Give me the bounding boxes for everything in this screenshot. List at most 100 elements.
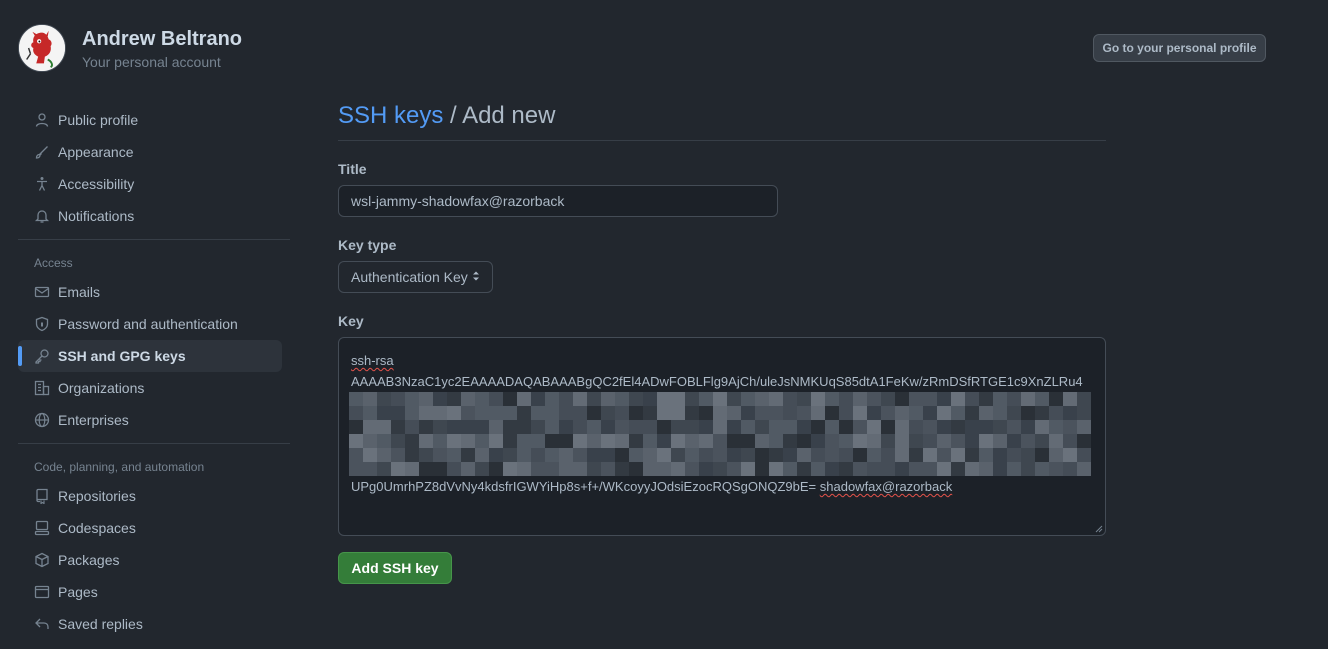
sidebar-item-pages[interactable]: Pages [18,576,282,608]
sidebar-item-enterprises[interactable]: Enterprises [18,404,282,436]
redaction-pixel [531,392,545,406]
sidebar-item-label: Repositories [58,488,136,504]
redaction-pixel [461,406,475,420]
redaction-pixel [1049,392,1063,406]
redaction-pixel [475,406,489,420]
redaction-pixel [433,448,447,462]
title-input[interactable]: wsl-jammy-shadowfax@razorback [338,185,778,217]
redaction-pixel [1021,406,1035,420]
sidebar-item-repositories[interactable]: Repositories [18,480,282,512]
redaction-pixel [769,448,783,462]
sidebar-item-password-authentication[interactable]: Password and authentication [18,308,282,340]
redaction-pixel [965,448,979,462]
redaction-pixel [895,406,909,420]
browser-icon [34,584,50,600]
redaction-pixel [447,462,461,476]
sidebar-item-ssh-gpg-keys[interactable]: SSH and GPG keys [18,340,282,372]
redaction-pixel [559,392,573,406]
redaction-pixel [545,434,559,448]
shield-lock-icon [34,316,50,332]
sidebar-divider [18,239,290,240]
user-name[interactable]: Andrew Beltrano [82,25,242,53]
redaction-pixel [671,392,685,406]
redaction-pixel [1063,434,1077,448]
redaction-pixel [965,392,979,406]
redaction-pixel [979,448,993,462]
redaction-pixel [573,420,587,434]
resize-grip-icon[interactable] [1095,525,1103,533]
add-ssh-key-button[interactable]: Add SSH key [338,552,452,584]
redaction-pixel [713,462,727,476]
redaction-pixel [433,434,447,448]
sidebar-item-emails[interactable]: Emails [18,276,282,308]
redaction-pixel [797,462,811,476]
redaction-pixel [559,434,573,448]
redaction-pixel [1035,406,1049,420]
redaction-pixel [601,392,615,406]
redaction-pixel [503,420,517,434]
sidebar-item-packages[interactable]: Packages [18,544,282,576]
redaction-pixel [1035,434,1049,448]
redaction-pixel [699,462,713,476]
redaction-pixel [769,406,783,420]
redaction-pixel [629,420,643,434]
redaction-pixel [685,448,699,462]
redaction-pixel [629,448,643,462]
redaction-pixel [517,420,531,434]
redaction-pixel [839,392,853,406]
redaction-pixel [951,406,965,420]
redaction-pixel [993,434,1007,448]
redaction-pixel [713,420,727,434]
redaction-pixel [657,392,671,406]
redaction-pixel [1021,462,1035,476]
settings-sidebar: Public profile Appearance Accessibility … [18,104,290,640]
redaction-pixel [1063,406,1077,420]
redaction-pixel [1077,392,1091,406]
redaction-pixel [783,448,797,462]
redaction-pixel [461,462,475,476]
redaction-pixel [937,420,951,434]
redaction-pixel [937,392,951,406]
redaction-pixel [447,392,461,406]
sidebar-item-appearance[interactable]: Appearance [18,136,282,168]
redaction-pixel [937,434,951,448]
breadcrumb-ssh-keys[interactable]: SSH keys [338,102,443,129]
redaction-pixel [713,406,727,420]
sidebar-item-organizations[interactable]: Organizations [18,372,282,404]
redaction-pixel [741,406,755,420]
redaction-pixel [755,406,769,420]
redaction-pixel [615,462,629,476]
redaction-pixel [909,448,923,462]
sidebar-item-codespaces[interactable]: Codespaces [18,512,282,544]
redaction-pixel [391,420,405,434]
redaction-pixel [853,462,867,476]
redaction-pixel [475,462,489,476]
redaction-pixel [643,420,657,434]
go-to-profile-button[interactable]: Go to your personal profile [1093,34,1266,62]
redaction-pixel [377,448,391,462]
redaction-pixel [363,462,377,476]
avatar[interactable] [18,24,66,72]
redaction-pixel [489,448,503,462]
key-textarea[interactable]: ssh-rsa AAAAB3NzaC1yc2EAAAADAQABAAABgQC2… [338,337,1106,536]
redaction-pixel [671,434,685,448]
redaction-pixel [349,406,363,420]
sidebar-item-label: Codespaces [58,520,136,536]
sidebar-item-accessibility[interactable]: Accessibility [18,168,282,200]
redaction-pixel [811,434,825,448]
redaction-pixel [629,406,643,420]
redaction-pixel [713,448,727,462]
redaction-pixel [587,420,601,434]
redaction-pixel [587,462,601,476]
redaction-pixel [1007,448,1021,462]
sidebar-item-notifications[interactable]: Notifications [18,200,282,232]
key-type-select[interactable]: Authentication Key [338,261,493,293]
sidebar-item-public-profile[interactable]: Public profile [18,104,282,136]
redaction-pixel [951,434,965,448]
redaction-pixel [727,434,741,448]
select-arrows-icon [472,269,480,285]
redaction-pixel [811,406,825,420]
sidebar-item-saved-replies[interactable]: Saved replies [18,608,282,640]
redaction-pixel [1077,434,1091,448]
title-label: Title [338,161,367,177]
